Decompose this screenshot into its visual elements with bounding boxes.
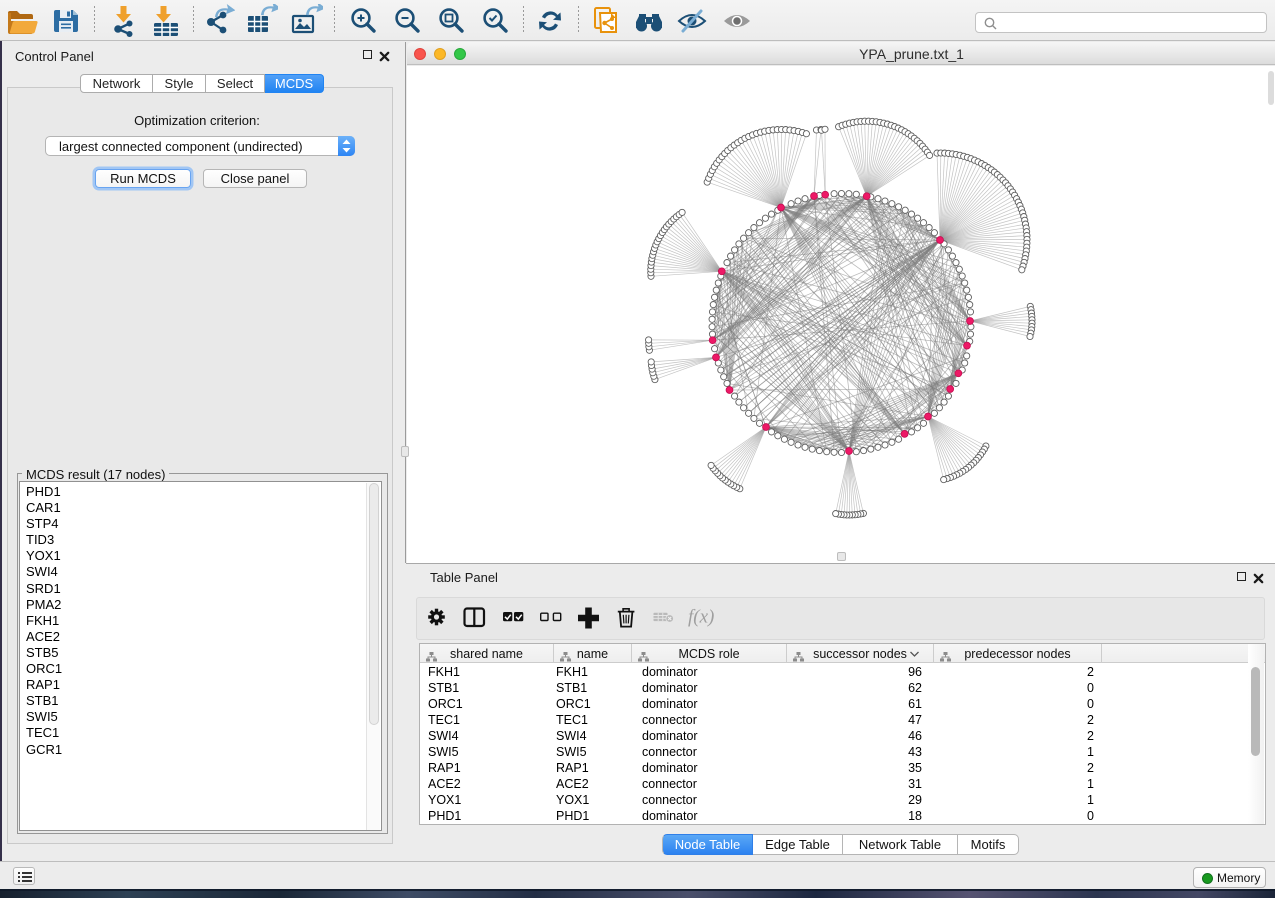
svg-text:f(x): f(x) <box>688 607 714 628</box>
